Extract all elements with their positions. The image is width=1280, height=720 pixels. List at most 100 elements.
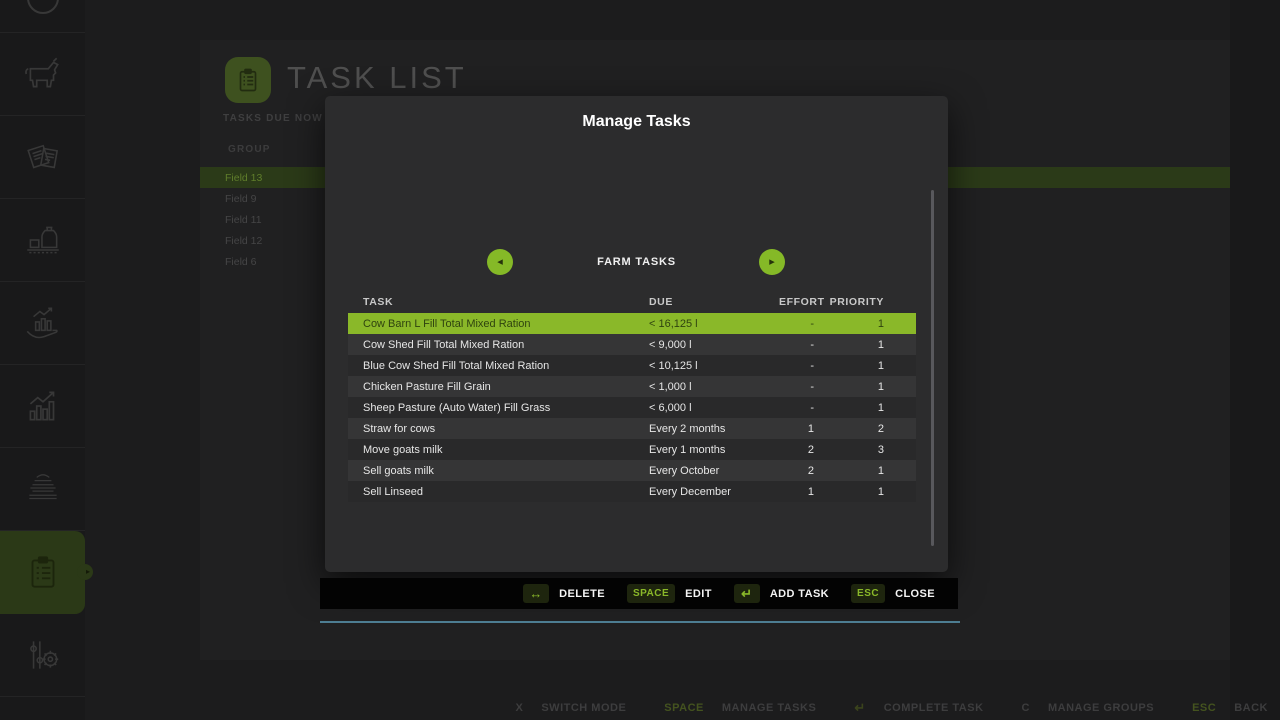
game-screen: ▸ TASK LIST TASKS DUE NOW GROUP Field 13… (0, 0, 1280, 720)
task-due-cell: Every 2 months (649, 423, 779, 435)
task-name-cell: Chicken Pasture Fill Grain (348, 381, 649, 393)
task-priority-cell: 1 (814, 465, 884, 477)
task-due-cell: < 6,000 l (649, 402, 779, 414)
sidebar-item-tasks[interactable]: ▸ (0, 531, 85, 614)
tasklist-icon (22, 551, 64, 593)
task-row[interactable]: Straw for cowsEvery 2 months12 (348, 418, 916, 439)
task-row[interactable]: Chicken Pasture Fill Grain< 1,000 l-1 (348, 376, 916, 397)
sidebar-item-contracts[interactable] (0, 116, 85, 199)
task-effort-cell: 2 (779, 444, 814, 456)
sidebar-item-clock (0, 0, 85, 33)
help-label: SWITCH MODE (541, 702, 626, 714)
task-priority-cell: 3 (814, 444, 884, 456)
help-item-back: ESC BACK (1192, 702, 1268, 714)
task-due-cell: < 9,000 l (649, 339, 779, 351)
task-priority-cell: 1 (814, 486, 884, 498)
task-due-cell: Every 1 months (649, 444, 779, 456)
keybind-badge: ↔ (523, 584, 549, 603)
task-priority-cell: 1 (814, 318, 884, 330)
sidebar-item-settings[interactable] (0, 614, 85, 697)
sidebar-item-statistics[interactable] (0, 365, 85, 448)
button-label: ADD TASK (770, 588, 829, 600)
task-name-cell: Sheep Pasture (Auto Water) Fill Grass (348, 402, 649, 414)
edit-button[interactable]: SPACEEDIT (627, 584, 712, 603)
dairy-icon (22, 468, 64, 510)
help-item-switch-mode: X SWITCH MODE (516, 702, 627, 714)
page-right-margin (1230, 0, 1280, 720)
task-row[interactable]: Cow Shed Fill Total Mixed Ration< 9,000 … (348, 334, 916, 355)
page-title: TASK LIST (287, 60, 467, 96)
animals-icon (22, 53, 64, 95)
finances-icon (22, 302, 64, 344)
task-effort-cell: - (779, 360, 814, 372)
task-row[interactable]: Cow Barn L Fill Total Mixed Ration< 16,1… (348, 313, 916, 334)
task-row[interactable]: Sheep Pasture (Auto Water) Fill Grass< 6… (348, 397, 916, 418)
add-task-button[interactable]: ↵ADD TASK (734, 584, 829, 603)
task-priority-cell: 2 (814, 423, 884, 435)
sidebar-item-dairy[interactable] (0, 448, 85, 531)
header-effort: EFFORT (779, 296, 814, 308)
task-row[interactable]: Sell LinseedEvery December11 (348, 481, 916, 502)
help-label: MANAGE TASKS (722, 702, 816, 714)
task-table-body: Cow Barn L Fill Total Mixed Ration< 16,1… (348, 313, 916, 502)
dialog-title: Manage Tasks (325, 113, 948, 131)
task-effort-cell: 1 (779, 486, 814, 498)
header-due: DUE (649, 296, 779, 308)
task-priority-cell: 1 (814, 339, 884, 351)
tasklist-app-icon (225, 57, 271, 103)
delete-button[interactable]: ↔ DELETE (523, 584, 605, 603)
task-row[interactable]: Sell goats milkEvery October21 (348, 460, 916, 481)
group-column-header: GROUP (228, 144, 271, 155)
task-name-cell: Sell Linseed (348, 486, 649, 498)
help-key: ESC (1192, 702, 1216, 714)
help-item-manage-groups: CMANAGE GROUPS (1022, 702, 1155, 714)
button-label: CLOSE (895, 588, 935, 600)
task-name-cell: Blue Cow Shed Fill Total Mixed Ration (348, 360, 649, 372)
header-priority: PRIORITY (814, 296, 884, 308)
task-row[interactable]: Move goats milkEvery 1 months23 (348, 439, 916, 460)
task-priority-cell: 1 (814, 402, 884, 414)
task-effort-cell: - (779, 318, 814, 330)
close-button[interactable]: ESCCLOSE (851, 584, 935, 603)
sidebar: ▸ (0, 0, 85, 720)
task-table: TASK DUE EFFORT PRIORITY Cow Barn L Fill… (348, 290, 916, 502)
selected-arrow-icon: ▸ (86, 566, 90, 578)
help-key: SPACE (664, 702, 704, 714)
dialog-scrollbar[interactable] (931, 190, 934, 546)
task-priority-cell: 1 (814, 381, 884, 393)
task-due-cell: < 10,125 l (649, 360, 779, 372)
help-item-manage-tasks: SPACE MANAGE TASKS (664, 702, 816, 714)
manage-tasks-dialog: Manage Tasks ◂ FARM TASKS ▸ TASK DUE EFF… (325, 96, 948, 572)
sidebar-item-production[interactable] (0, 199, 85, 282)
help-key: ↵ (854, 700, 865, 716)
task-effort-cell: 2 (779, 465, 814, 477)
task-name-cell: Straw for cows (348, 423, 649, 435)
task-effort-cell: 1 (779, 423, 814, 435)
task-effort-cell: - (779, 381, 814, 393)
help-item-complete-task: ↵COMPLETE TASK (854, 700, 983, 716)
contracts-icon (22, 136, 64, 178)
task-due-cell: Every December (649, 486, 779, 498)
header-task: TASK (348, 296, 649, 308)
category-label: FARM TASKS (325, 256, 948, 268)
settings-icon (22, 634, 64, 676)
separator-line (320, 621, 960, 623)
task-due-cell: < 16,125 l (649, 318, 779, 330)
sidebar-item-finances[interactable] (0, 282, 85, 365)
button-label: DELETE (559, 588, 605, 600)
statistics-icon (22, 385, 64, 427)
dialog-footer-bar: ↔ DELETE SPACEEDIT ↵ADD TASK ESCCLOSE (320, 578, 958, 609)
sidebar-item-animals[interactable] (0, 33, 85, 116)
task-name-cell: Cow Barn L Fill Total Mixed Ration (348, 318, 649, 330)
task-effort-cell: - (779, 339, 814, 351)
next-category-button[interactable]: ▸ (759, 249, 785, 275)
help-key: X (516, 702, 524, 714)
help-label: BACK (1234, 702, 1268, 714)
tasks-due-now-label: TASKS DUE NOW (223, 113, 323, 124)
task-effort-cell: - (779, 402, 814, 414)
task-table-header: TASK DUE EFFORT PRIORITY (348, 290, 916, 313)
bottom-help-bar: X SWITCH MODE SPACE MANAGE TASKS ↵COMPLETE T… (0, 696, 1268, 720)
task-priority-cell: 1 (814, 360, 884, 372)
task-name-cell: Sell goats milk (348, 465, 649, 477)
task-row[interactable]: Blue Cow Shed Fill Total Mixed Ration< 1… (348, 355, 916, 376)
